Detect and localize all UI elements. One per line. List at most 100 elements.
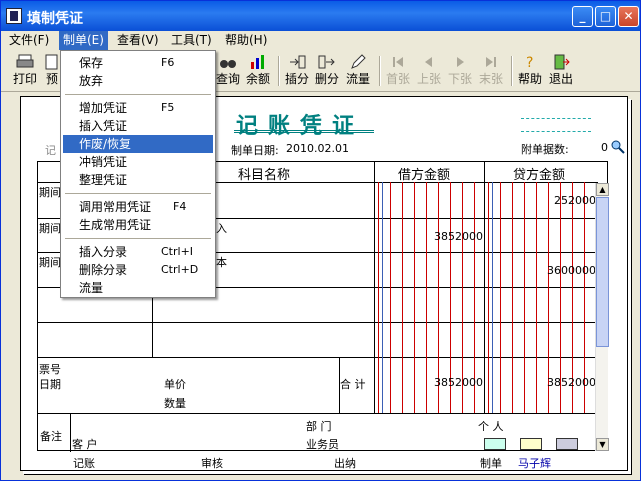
attach-value[interactable]: 0: [601, 141, 608, 154]
menu-separator: [65, 94, 211, 95]
menu-save[interactable]: 保存 F6: [63, 54, 213, 72]
tool-icon[interactable]: [556, 438, 578, 450]
credit-header: 贷方金额: [513, 168, 566, 183]
monitor-icon[interactable]: [520, 438, 542, 450]
last-icon: [486, 57, 496, 67]
app-icon: [6, 8, 22, 24]
menu-insert-voucher[interactable]: 插入凭证: [63, 117, 213, 135]
row-3-summary[interactable]: 期间: [39, 254, 61, 270]
magnifier-icon[interactable]: [611, 140, 625, 154]
exit-door-icon: [554, 54, 570, 70]
scroll-thumb[interactable]: [596, 197, 609, 347]
remark-label: 备注: [40, 430, 62, 443]
menu-file[interactable]: 文件(F): [5, 31, 53, 50]
row-2-debit[interactable]: 3852000: [383, 230, 483, 243]
binoculars-icon: [220, 60, 236, 68]
title-bar: 填制凭证 _ □ ✕: [1, 1, 640, 31]
date-value[interactable]: 2010.02.01: [286, 142, 349, 155]
menu-void-restore[interactable]: 作废/恢复: [63, 135, 213, 153]
menu-delete-entry[interactable]: 删除分录 Ctrl+D: [63, 261, 213, 279]
voucher-no-dashes: [521, 118, 591, 119]
row-2-subject[interactable]: 入: [216, 220, 227, 236]
menu-tools[interactable]: 工具(T): [167, 31, 216, 50]
menu-add-voucher[interactable]: 增加凭证 F5: [63, 99, 213, 117]
delete-split-button[interactable]: 删分: [313, 53, 341, 89]
menu-discard[interactable]: 放弃: [63, 72, 213, 90]
menu-view[interactable]: 查看(V): [113, 31, 163, 50]
menu-reverse-voucher[interactable]: 冲销凭证: [63, 153, 213, 171]
scroll-down-arrow[interactable]: ▼: [596, 438, 609, 451]
flow-button[interactable]: 流量: [344, 53, 372, 89]
maximize-button[interactable]: □: [595, 6, 616, 27]
maker-label: 制单: [480, 457, 502, 470]
row-3-subject[interactable]: 本: [216, 254, 227, 270]
maker-name: 马子辉: [518, 457, 551, 470]
ticket-date-label: 日期: [39, 378, 61, 391]
help-button[interactable]: ? 帮助: [516, 53, 544, 89]
help-icon: ?: [526, 55, 533, 70]
debit-header: 借方金额: [398, 168, 451, 183]
date-label: 制单日期:: [231, 144, 279, 157]
quantity-label: 数量: [164, 397, 186, 410]
attach-label: 附单据数:: [521, 143, 569, 156]
person-label: 个 人: [478, 420, 504, 433]
print-button[interactable]: 打印: [11, 53, 39, 89]
row-1-credit[interactable]: 252000: [496, 194, 596, 207]
toolbar-separator: [278, 56, 280, 86]
first-icon: [393, 57, 403, 67]
ticket-no-label: 票号: [39, 363, 61, 376]
toolbar-separator: [379, 56, 381, 86]
delete-row-icon: [318, 55, 335, 69]
scroll-up-arrow[interactable]: ▲: [596, 183, 609, 196]
total-credit: 3852000: [547, 376, 596, 389]
prev-button[interactable]: 上张: [415, 53, 443, 89]
minimize-button[interactable]: _: [572, 6, 593, 27]
menu-separator: [65, 193, 211, 194]
last-button[interactable]: 末张: [477, 53, 505, 89]
voucher-no-dashes: [521, 131, 591, 132]
voucher-title: 记账凭证: [236, 114, 365, 139]
total-debit: 3852000: [434, 376, 483, 389]
svg-text:?: ?: [526, 55, 533, 70]
department-label: 部 门: [306, 420, 332, 433]
cashier-label: 出纳: [334, 457, 356, 470]
first-button[interactable]: 首张: [384, 53, 412, 89]
row-2-summary[interactable]: 期间: [39, 220, 61, 236]
unit-price-label: 单价: [164, 378, 186, 391]
next-icon: [457, 57, 464, 67]
prev-icon: [425, 57, 432, 67]
menu-flow[interactable]: 流量: [63, 279, 213, 297]
menu-voucher[interactable]: 制单(E): [59, 31, 108, 50]
menu-organize-voucher[interactable]: 整理凭证: [63, 171, 213, 189]
subject-header: 科目名称: [238, 168, 291, 183]
insert-split-button[interactable]: 插分: [283, 53, 311, 89]
toolbar-separator: [511, 56, 513, 86]
exit-button[interactable]: 退出: [547, 53, 575, 89]
menu-generate-common-voucher[interactable]: 生成常用凭证: [63, 216, 213, 234]
printer-icon: [16, 54, 34, 68]
customer-label: 客 户: [72, 438, 98, 451]
preview-icon: [45, 54, 58, 70]
auditor-label: 审核: [201, 457, 223, 470]
menu-call-common-voucher[interactable]: 调用常用凭证 F4: [63, 198, 213, 216]
vertical-scrollbar[interactable]: ▲ ▼: [595, 183, 609, 451]
main-window: 填制凭证 _ □ ✕ 文件(F) 制单(E) 查看(V) 工具(T) 帮助(H)…: [0, 0, 641, 481]
balance-button[interactable]: 余额: [244, 53, 272, 89]
voucher-type[interactable]: 记: [45, 142, 56, 158]
next-button[interactable]: 下张: [446, 53, 474, 89]
insert-row-icon: [290, 55, 306, 69]
voucher-menu-dropdown: 保存 F6 放弃 增加凭证 F5 插入凭证 作废/恢复 冲销凭证 整理凭证 调用常用…: [60, 50, 216, 298]
close-button[interactable]: ✕: [618, 6, 639, 27]
bar-chart-icon: [251, 55, 264, 69]
total-label: 合 计: [340, 378, 366, 391]
menu-help[interactable]: 帮助(H): [221, 31, 271, 50]
menu-insert-entry[interactable]: 插入分录 Ctrl+I: [63, 243, 213, 261]
menu-separator: [65, 238, 211, 239]
bookkeeper-label: 记账: [73, 457, 95, 470]
row-3-credit[interactable]: 3600000: [496, 264, 596, 277]
row-1-summary[interactable]: 期间: [39, 184, 61, 200]
pencil-icon: [351, 54, 366, 69]
card-icon[interactable]: [484, 438, 506, 450]
query-button[interactable]: 查询: [215, 53, 241, 89]
salesperson-label: 业务员: [306, 438, 339, 451]
